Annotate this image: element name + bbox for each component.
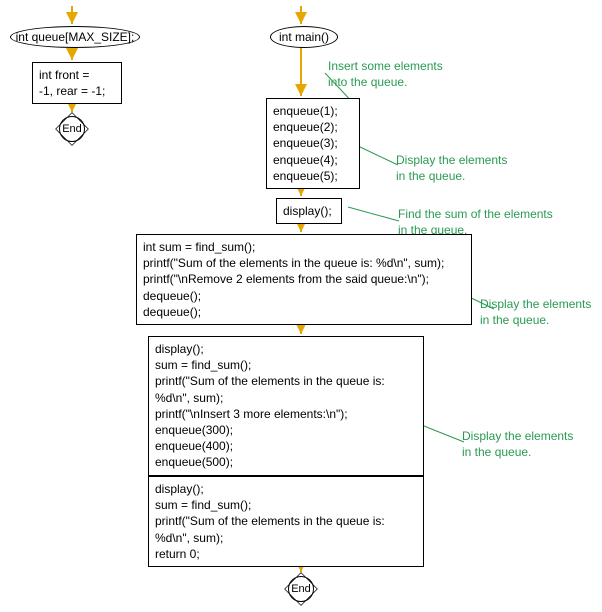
left-entry-label: int queue[MAX_SIZE]; [16,30,135,44]
right-entry-label: int main() [279,30,329,44]
left-init-process: int front = -1, rear = -1; [32,62,122,104]
final-text: display(); sum = find_sum(); printf("Sum… [155,482,385,561]
note-insert-elements: Insert some elements into the queue. [328,58,443,90]
display-block-1: display(); [276,198,342,224]
insert-more-block: display(); sum = find_sum(); printf("Sum… [148,336,424,476]
final-block: display(); sum = find_sum(); printf("Sum… [148,476,424,567]
display-text-1: display(); [283,204,332,218]
sum-dequeue-text: int sum = find_sum(); printf("Sum of the… [143,240,444,319]
note-display-2: Display the elements in the queue. [480,296,591,328]
note-display-3: Display the elements in the queue. [462,428,573,460]
left-init-text: int front = -1, rear = -1; [39,68,105,98]
enqueue-text: enqueue(1); enqueue(2); enqueue(3); enqu… [273,104,338,183]
insert-more-text: display(); sum = find_sum(); printf("Sum… [155,342,385,469]
note-display-1: Display the elements in the queue. [396,152,507,184]
left-entry-terminator: int queue[MAX_SIZE]; [10,26,140,48]
sum-dequeue-block: int sum = find_sum(); printf("Sum of the… [136,234,472,325]
left-end-label: End [62,123,82,135]
right-entry-terminator: int main() [270,26,338,48]
right-end-node: End [284,572,318,606]
left-end-node: End [55,112,89,146]
enqueue-block: enqueue(1); enqueue(2); enqueue(3); enqu… [266,98,360,189]
right-end-label: End [291,583,311,595]
